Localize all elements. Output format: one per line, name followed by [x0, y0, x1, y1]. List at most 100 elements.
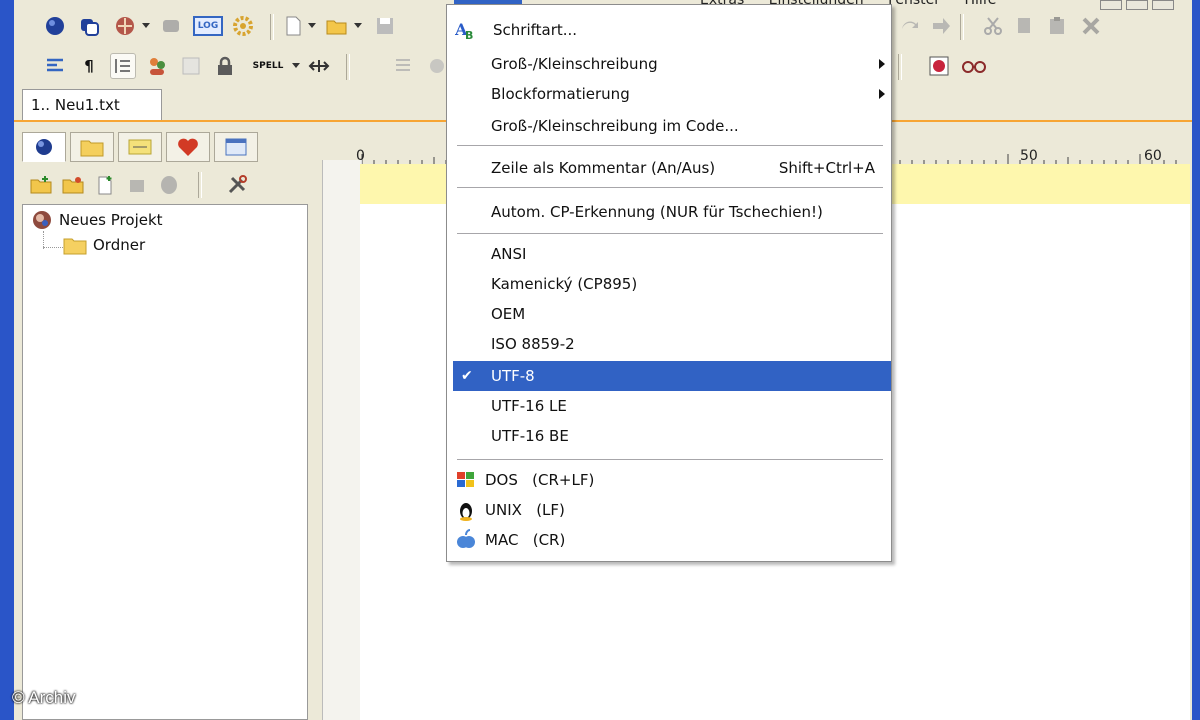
font-icon: AB: [455, 20, 473, 41]
list-button[interactable]: [390, 53, 416, 79]
ruler-mark-50: 50: [1020, 148, 1038, 164]
gray-cube-icon: [163, 20, 179, 32]
toolbar-separator: [270, 14, 274, 40]
tree-item-project[interactable]: Neues Projekt: [31, 209, 163, 231]
toolbar-separator: [346, 54, 350, 80]
preview-button[interactable]: [960, 53, 986, 79]
new-file-button[interactable]: [280, 13, 306, 39]
word-wrap-button[interactable]: [110, 53, 136, 79]
side-panel-tabs: [20, 130, 310, 166]
settings-button[interactable]: [230, 13, 256, 39]
tree-item-folder[interactable]: Ordner: [63, 235, 145, 255]
folder-open-icon: [326, 20, 347, 35]
toolbar-separator: [198, 172, 202, 198]
apple-logo-icon: [457, 529, 475, 548]
close-project-button[interactable]: [158, 13, 184, 39]
tab-neu1[interactable]: 1.. Neu1.txt: [22, 89, 162, 121]
redo-icon: [902, 21, 918, 29]
tab-project[interactable]: [22, 132, 66, 162]
copy-button[interactable]: [1012, 13, 1038, 39]
redo-button[interactable]: [896, 13, 922, 39]
people-button[interactable]: [144, 53, 170, 79]
tools-button[interactable]: [224, 172, 250, 198]
macro-record-button[interactable]: [926, 53, 952, 79]
delete-button[interactable]: [1078, 13, 1104, 39]
delete-x-icon: [1082, 17, 1100, 35]
add-file-button[interactable]: [92, 172, 118, 198]
menu-item-utf16be[interactable]: UTF-16 BE: [447, 421, 891, 451]
dropdown-arrow-icon[interactable]: [140, 13, 152, 39]
spell-label: SPELL: [252, 61, 284, 71]
menu-item-utf8[interactable]: ✔ UTF-8: [453, 361, 891, 391]
add-folder-button[interactable]: [28, 172, 54, 198]
paste-icon: [1050, 17, 1064, 34]
tab-favorites[interactable]: [166, 132, 210, 162]
shortcut-label: Shift+Ctrl+A: [778, 159, 875, 177]
blue-sphere-icon: [36, 139, 52, 155]
menu-item-dos[interactable]: DOS (CR+LF): [447, 465, 891, 495]
menu-item-font[interactable]: AB Schriftart...: [447, 15, 891, 45]
tab-clips[interactable]: [118, 132, 162, 162]
log-button[interactable]: LOG: [190, 13, 226, 39]
folder-add-icon: [62, 177, 84, 194]
menu-item-iso-8859-2[interactable]: ISO 8859-2: [447, 329, 891, 359]
double-cube-icon: [81, 19, 99, 36]
cut-button[interactable]: [980, 13, 1006, 39]
project-toolbar: [20, 168, 310, 202]
menu-item-toggle-comment[interactable]: Zeile als Kommentar (An/Aus) Shift+Ctrl+…: [447, 153, 891, 183]
folder-icon: [80, 140, 104, 157]
paste-button[interactable]: [1044, 13, 1070, 39]
window-icon: [225, 138, 247, 156]
ruler-mark-60: 60: [1144, 148, 1162, 164]
menu-item-kamenicky[interactable]: Kamenický (CP895): [447, 269, 891, 299]
wrap-text-icon: [115, 59, 130, 73]
submenu-arrow-icon: [879, 89, 885, 99]
blue-cube-icon: [46, 17, 64, 35]
menu-separator: [457, 187, 883, 188]
menu-item-case[interactable]: Groß-/Kleinschreibung: [447, 49, 891, 79]
svg-text:B: B: [465, 29, 473, 41]
properties-button[interactable]: [156, 172, 182, 198]
indent-button[interactable]: [42, 53, 68, 79]
remove-button[interactable]: [124, 172, 150, 198]
tab-label: 1.. Neu1.txt: [31, 96, 120, 114]
dropdown-arrow-icon[interactable]: [306, 13, 318, 39]
pilcrow-button[interactable]: ¶: [76, 53, 102, 79]
menu-item-ansi[interactable]: ANSI: [447, 239, 891, 269]
open-file-button[interactable]: [324, 13, 350, 39]
menu-item-block-format[interactable]: Blockformatierung: [447, 79, 891, 109]
menu-item-unix[interactable]: UNIX (LF): [447, 495, 891, 525]
project-menu-button[interactable]: [112, 13, 138, 39]
menu-fenster[interactable]: Fenster: [888, 0, 940, 8]
save-button[interactable]: [372, 13, 398, 39]
spell-button[interactable]: SPELL: [246, 53, 290, 79]
forward-button[interactable]: [928, 13, 954, 39]
menu-item-oem[interactable]: OEM: [447, 299, 891, 329]
menu-hilfe[interactable]: Hilfe: [964, 0, 996, 8]
new-project-button[interactable]: [42, 13, 68, 39]
tree-line: [43, 247, 63, 249]
menu-item-case-code[interactable]: Groß-/Kleinschreibung im Code...: [447, 111, 891, 141]
editor-gutter: [322, 160, 362, 720]
lock-icon: [218, 56, 232, 75]
dropdown-arrow-icon[interactable]: [352, 13, 364, 39]
menu-item-mac[interactable]: MAC (CR): [447, 525, 891, 555]
folder-name: Ordner: [93, 236, 146, 254]
dropdown-arrow-icon[interactable]: [290, 53, 302, 79]
add-subfolder-button[interactable]: [60, 172, 86, 198]
readonly-button[interactable]: [212, 53, 238, 79]
menu-separator: [457, 145, 883, 146]
tab-windows[interactable]: [214, 132, 258, 162]
tab-explorer[interactable]: [70, 132, 114, 162]
columns-button[interactable]: [178, 53, 204, 79]
tools-icon: [228, 175, 247, 194]
menu-item-auto-cp[interactable]: Autom. CP-Erkennung (NUR für Tschechien!…: [447, 197, 891, 227]
new-document-icon: [286, 16, 301, 36]
list-icon: [396, 59, 410, 71]
menu-item-utf16le[interactable]: UTF-16 LE: [447, 391, 891, 421]
add-file-icon: [98, 176, 112, 195]
open-project-button[interactable]: [76, 13, 102, 39]
checkmark-icon: ✔: [461, 368, 473, 384]
menu-separator: [457, 459, 883, 460]
split-button[interactable]: [306, 53, 332, 79]
